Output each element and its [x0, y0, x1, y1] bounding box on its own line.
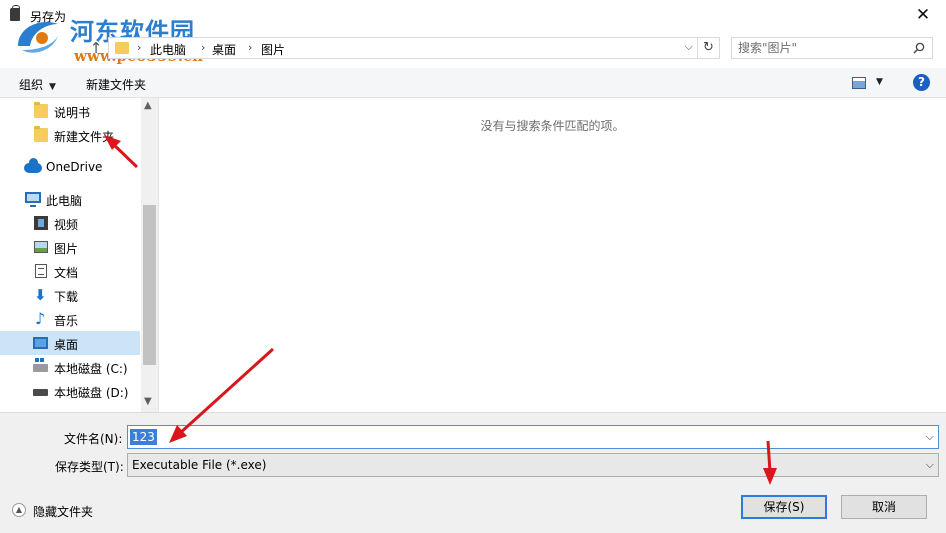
nav-item-manual[interactable]: 说明书 [0, 99, 140, 123]
filetype-select[interactable]: Executable File (*.exe) ⌵ [127, 453, 939, 477]
filetype-dropdown-icon[interactable]: ⌵ [926, 458, 934, 472]
nav-item-label: 本地磁盘 (D:) [54, 386, 129, 400]
view-options-icon[interactable] [852, 77, 866, 89]
nav-item-label: 桌面 [54, 338, 79, 352]
nav-item-this-pc[interactable]: 此电脑 [0, 187, 140, 211]
nav-item-label: 视频 [54, 218, 79, 232]
filetype-label: 保存类型(T): [55, 460, 124, 474]
nav-item-label: 音乐 [54, 314, 79, 328]
folder-icon [34, 102, 48, 118]
download-icon: ⬇ [34, 286, 47, 304]
folder-icon [34, 126, 48, 142]
nav-item-label: 下载 [54, 290, 79, 304]
filename-label: 文件名(N): [64, 432, 123, 446]
nav-item-onedrive[interactable]: OneDrive [0, 155, 140, 179]
up-arrow-icon[interactable]: ↑ [86, 38, 106, 58]
nav-item-music[interactable]: ♪ 音乐 [0, 307, 140, 331]
music-icon: ♪ [35, 309, 46, 328]
breadcrumb-separator-icon: › [248, 41, 253, 54]
nav-item-pictures[interactable]: 图片 [0, 235, 140, 259]
caret-down-icon: ▼ [49, 82, 56, 92]
breadcrumb-separator-icon: › [137, 41, 142, 54]
new-folder-button[interactable]: 新建文件夹 [86, 76, 146, 93]
address-dropdown-icon[interactable]: ⌵ [685, 40, 693, 54]
breadcrumb-this-pc[interactable]: 此电脑 [150, 41, 186, 58]
hide-folders-toggle-icon[interactable]: ▲ [12, 503, 26, 517]
filename-dropdown-icon[interactable]: ⌵ [926, 430, 934, 444]
search-box[interactable] [731, 37, 933, 59]
nav-item-drive-c[interactable]: 本地磁盘 (C:) [0, 355, 140, 379]
nav-item-label: OneDrive [46, 160, 103, 174]
drive-icon [33, 389, 48, 396]
video-icon [34, 216, 48, 230]
nav-item-desktop[interactable]: 桌面 [0, 331, 140, 355]
filename-input[interactable]: 123 ⌵ [127, 425, 939, 449]
address-bar[interactable]: › 此电脑 › 桌面 › 图片 ⌵ [108, 37, 698, 59]
nav-item-downloads[interactable]: ⬇ 下载 [0, 283, 140, 307]
save-button[interactable]: 保存(S) [741, 495, 827, 519]
toolbar: 组织 ▼ 新建文件夹 ▼ ? [0, 68, 946, 98]
nav-item-label: 说明书 [54, 106, 91, 120]
picture-icon [34, 241, 48, 253]
view-caret-down-icon[interactable]: ▼ [876, 77, 883, 87]
search-icon [913, 42, 925, 54]
nav-item-label: 图片 [54, 242, 79, 256]
breadcrumb-pictures[interactable]: 图片 [261, 41, 285, 58]
empty-results-message: 没有与搜索条件匹配的项。 [480, 119, 625, 133]
help-icon[interactable]: ? [913, 74, 930, 91]
nav-item-documents[interactable]: 文档 [0, 259, 140, 283]
nav-item-label: 新建文件夹 [54, 130, 115, 144]
file-list-area[interactable]: 没有与搜索条件匹配的项。 [159, 98, 946, 412]
navigation-pane: 说明书 新建文件夹 OneDrive 此电脑 视频 图片 文档 ⬇ 下载 ♪ 音… [0, 98, 158, 412]
nav-item-new-folder[interactable]: 新建文件夹 [0, 123, 140, 147]
nav-item-videos[interactable]: 视频 [0, 211, 140, 235]
drive-icon [33, 358, 48, 372]
title-bar: 另存为 ✕ [0, 0, 946, 30]
close-button[interactable]: ✕ [900, 0, 946, 30]
save-dialog-icon [10, 5, 20, 21]
filetype-value: Executable File (*.exe) [132, 458, 267, 472]
navigation-scrollbar[interactable]: ▲ ▼ [141, 98, 158, 412]
breadcrumb-separator-icon: › [201, 41, 206, 54]
nav-item-label: 此电脑 [46, 194, 83, 208]
window-title: 另存为 [30, 10, 67, 24]
save-options-panel: 文件名(N): 123 ⌵ 保存类型(T): Executable File (… [0, 412, 946, 533]
scrollbar-thumb[interactable] [143, 205, 156, 365]
computer-icon [25, 192, 41, 207]
address-folder-icon [115, 42, 129, 54]
nav-item-label: 文档 [54, 266, 79, 280]
document-icon [35, 264, 47, 278]
scroll-up-icon[interactable]: ▲ [144, 100, 152, 111]
filename-value[interactable]: 123 [130, 429, 157, 445]
refresh-button[interactable]: ↻ [698, 37, 720, 59]
nav-item-label: 本地磁盘 (C:) [54, 362, 128, 376]
cloud-icon [24, 158, 42, 173]
organize-menu[interactable]: 组织 ▼ [19, 76, 56, 93]
cancel-button[interactable]: 取消 [841, 495, 927, 519]
nav-item-drive-d[interactable]: 本地磁盘 (D:) [0, 379, 140, 403]
breadcrumb-desktop[interactable]: 桌面 [212, 41, 236, 58]
desktop-icon [33, 337, 48, 349]
search-input[interactable] [738, 40, 908, 56]
organize-label: 组织 [19, 78, 44, 92]
scroll-down-icon[interactable]: ▼ [144, 396, 152, 407]
hide-folders-label[interactable]: 隐藏文件夹 [33, 503, 93, 520]
